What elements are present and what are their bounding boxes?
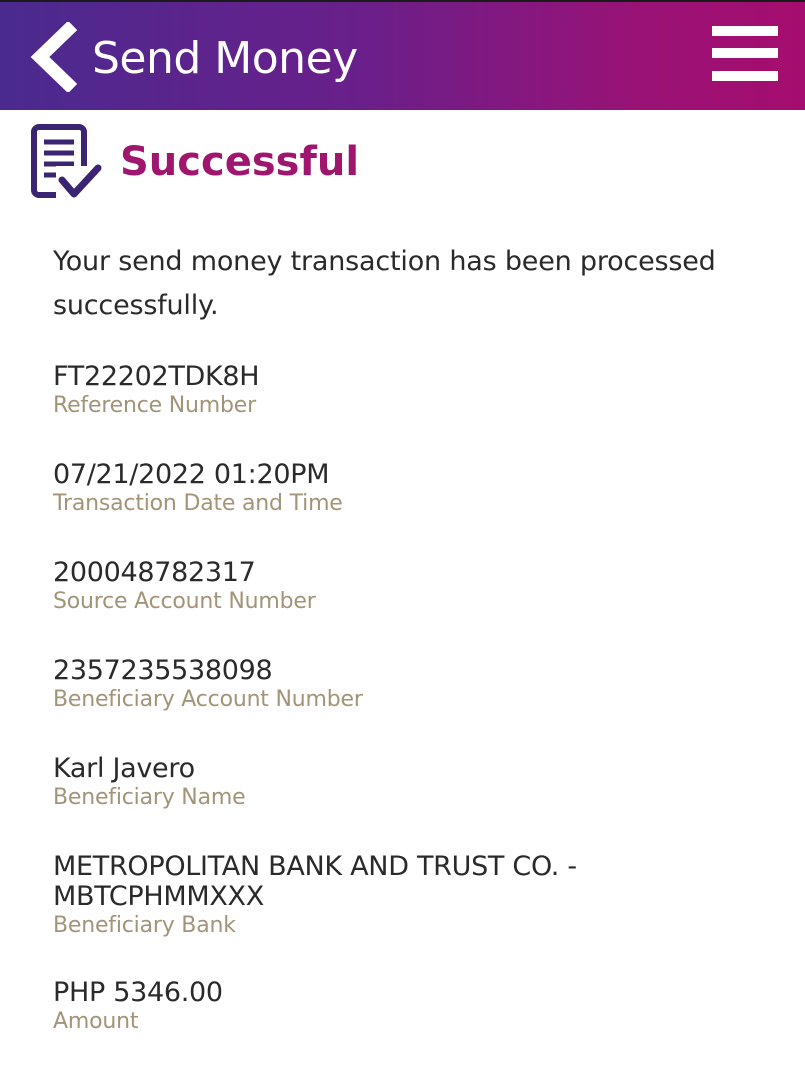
chevron-left-icon	[24, 22, 84, 92]
source-account-label: Source Account Number	[53, 589, 316, 614]
beneficiary-account-label: Beneficiary Account Number	[53, 687, 363, 712]
reference-number-value: FT22202TDK8H	[53, 361, 260, 392]
document-check-icon	[30, 122, 104, 204]
beneficiary-account-field: 2357235538098 Beneficiary Account Number	[53, 656, 753, 714]
beneficiary-bank-value: METROPOLITAN BANK AND TRUST CO. - MBTCPH…	[53, 851, 577, 912]
transaction-date-label: Transaction Date and Time	[53, 491, 343, 516]
menu-button[interactable]	[710, 22, 780, 86]
reference-number-field: FT22202TDK8H Reference Number	[53, 362, 753, 420]
app-header: Send Money	[0, 0, 805, 110]
transaction-date-value: 07/21/2022 01:20PM	[53, 459, 330, 490]
beneficiary-account-value: 2357235538098	[53, 655, 273, 686]
status-header: Successful	[30, 120, 630, 210]
amount-value: PHP 5346.00	[53, 977, 223, 1008]
source-account-value: 200048782317	[53, 557, 256, 588]
beneficiary-bank-label: Beneficiary Bank	[53, 913, 236, 938]
status-title: Successful	[120, 139, 360, 185]
beneficiary-name-value: Karl Javero	[53, 753, 195, 784]
status-bar-edge	[0, 0, 805, 2]
status-message: Your send money transaction has been pro…	[53, 246, 716, 321]
transaction-date-field: 07/21/2022 01:20PM Transaction Date and …	[53, 460, 753, 518]
beneficiary-name-field: Karl Javero Beneficiary Name	[53, 754, 753, 812]
source-account-field: 200048782317 Source Account Number	[53, 558, 753, 616]
beneficiary-bank-field: METROPOLITAN BANK AND TRUST CO. - MBTCPH…	[53, 852, 753, 940]
page-title: Send Money	[92, 33, 358, 84]
reference-number-label: Reference Number	[53, 393, 256, 418]
beneficiary-name-label: Beneficiary Name	[53, 785, 246, 810]
amount-field: PHP 5346.00 Amount	[53, 978, 753, 1036]
amount-label: Amount	[53, 1009, 139, 1034]
back-button[interactable]	[24, 22, 84, 92]
